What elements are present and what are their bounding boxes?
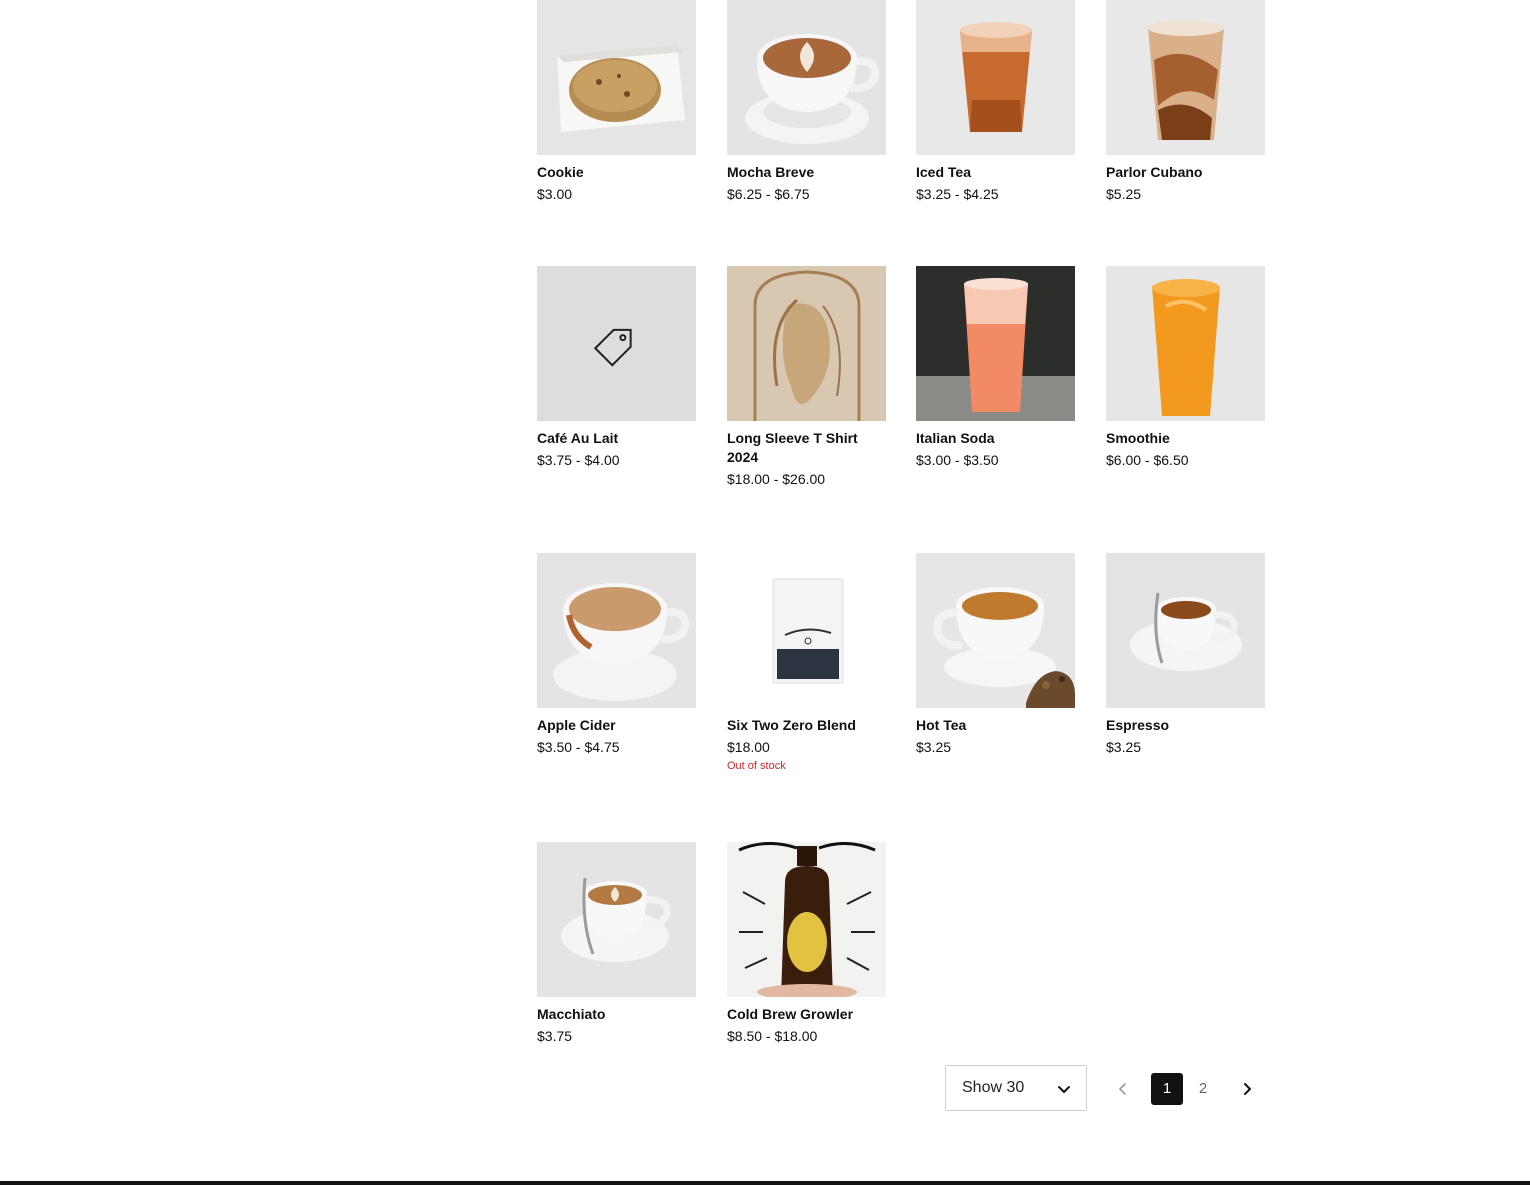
chevron-down-icon xyxy=(1058,1086,1070,1093)
product-card[interactable]: Espresso $3.25 xyxy=(1106,553,1265,757)
product-card[interactable]: Parlor Cubano $5.25 xyxy=(1106,0,1265,204)
product-price: $3.75 xyxy=(537,1028,573,1044)
product-card[interactable]: Six Two Zero Blend $18.00 Out of stock xyxy=(727,553,886,774)
product-price: $3.00 - $3.50 xyxy=(916,452,999,468)
product-price: $6.25 - $6.75 xyxy=(727,186,810,202)
shirt-artwork-photo[interactable] xyxy=(727,266,886,421)
footer-divider xyxy=(0,1181,1530,1185)
product-name[interactable]: Iced Tea xyxy=(916,163,1075,182)
product-card[interactable]: Mocha Breve $6.25 - $6.75 xyxy=(727,0,886,204)
product-name[interactable]: Apple Cider xyxy=(537,716,696,735)
latte-cup-photo[interactable] xyxy=(727,0,886,155)
product-price: $18.00 xyxy=(727,739,770,755)
page-size-select[interactable]: Show 30 xyxy=(945,1065,1087,1111)
product-price: $3.50 - $4.75 xyxy=(537,739,620,755)
product-price: $3.25 xyxy=(1106,739,1142,755)
product-name[interactable]: Long Sleeve T Shirt 2024 xyxy=(727,429,886,467)
product-name[interactable]: Six Two Zero Blend xyxy=(727,716,886,735)
product-price: $3.25 - $4.25 xyxy=(916,186,999,202)
apple-cider-cup-photo[interactable] xyxy=(537,553,696,708)
macchiato-cup-photo[interactable] xyxy=(537,842,696,997)
product-listing-page: Cookie $3.00 Mocha Breve $6.25 - $6.75 I… xyxy=(0,0,1530,1185)
product-name[interactable]: Parlor Cubano xyxy=(1106,163,1265,182)
chevron-right-icon[interactable] xyxy=(1239,1081,1255,1097)
iced-coffee-glass-photo[interactable] xyxy=(1106,0,1265,155)
growler-photo[interactable] xyxy=(727,842,886,997)
product-card[interactable]: Apple Cider $3.50 - $4.75 xyxy=(537,553,696,757)
page-2-button[interactable]: 2 xyxy=(1187,1073,1219,1105)
product-card[interactable]: Long Sleeve T Shirt 2024 $18.00 - $26.00 xyxy=(727,266,886,489)
hot-tea-cup-photo[interactable] xyxy=(916,553,1075,708)
product-card[interactable]: Café Au Lait $3.75 - $4.00 xyxy=(537,266,696,470)
product-name[interactable]: Cold Brew Growler xyxy=(727,1005,886,1024)
product-card[interactable]: Macchiato $3.75 xyxy=(537,842,696,1046)
product-card[interactable]: Smoothie $6.00 - $6.50 xyxy=(1106,266,1265,470)
italian-soda-photo[interactable] xyxy=(916,266,1075,421)
product-price: $6.00 - $6.50 xyxy=(1106,452,1189,468)
product-price: $3.25 xyxy=(916,739,952,755)
chevron-left-icon[interactable] xyxy=(1115,1081,1131,1097)
pagination: 1 2 xyxy=(1111,1073,1265,1105)
coffee-bag-photo[interactable] xyxy=(727,553,886,708)
product-name[interactable]: Espresso xyxy=(1106,716,1265,735)
iced-tea-glass-photo[interactable] xyxy=(916,0,1075,155)
product-name[interactable]: Cookie xyxy=(537,163,696,182)
out-of-stock-label: Out of stock xyxy=(727,760,786,772)
page-1-button[interactable]: 1 xyxy=(1151,1073,1183,1105)
product-price: $3.75 - $4.00 xyxy=(537,452,620,468)
product-name[interactable]: Smoothie xyxy=(1106,429,1265,448)
product-name[interactable]: Café Au Lait xyxy=(537,429,696,448)
product-price: $8.50 - $18.00 xyxy=(727,1028,818,1044)
product-card[interactable]: Hot Tea $3.25 xyxy=(916,553,1075,757)
product-card[interactable]: Cookie $3.00 xyxy=(537,0,696,204)
product-price: $18.00 - $26.00 xyxy=(727,471,826,487)
product-card[interactable]: Iced Tea $3.25 - $4.25 xyxy=(916,0,1075,204)
smoothie-photo[interactable] xyxy=(1106,266,1265,421)
product-name[interactable]: Hot Tea xyxy=(916,716,1075,735)
product-name[interactable]: Italian Soda xyxy=(916,429,1075,448)
page-size-label: Show 30 xyxy=(962,1079,1025,1096)
product-card[interactable]: Cold Brew Growler $8.50 - $18.00 xyxy=(727,842,886,1046)
product-price: $5.25 xyxy=(1106,186,1142,202)
product-price: $3.00 xyxy=(537,186,573,202)
espresso-cup-photo[interactable] xyxy=(1106,553,1265,708)
product-name[interactable]: Macchiato xyxy=(537,1005,696,1024)
tag-placeholder-icon[interactable] xyxy=(537,266,696,421)
cookie-photo[interactable] xyxy=(537,0,696,155)
listing-footer-controls: Show 30 1 2 xyxy=(945,1065,1265,1113)
product-name[interactable]: Mocha Breve xyxy=(727,163,886,182)
product-card[interactable]: Italian Soda $3.00 - $3.50 xyxy=(916,266,1075,470)
